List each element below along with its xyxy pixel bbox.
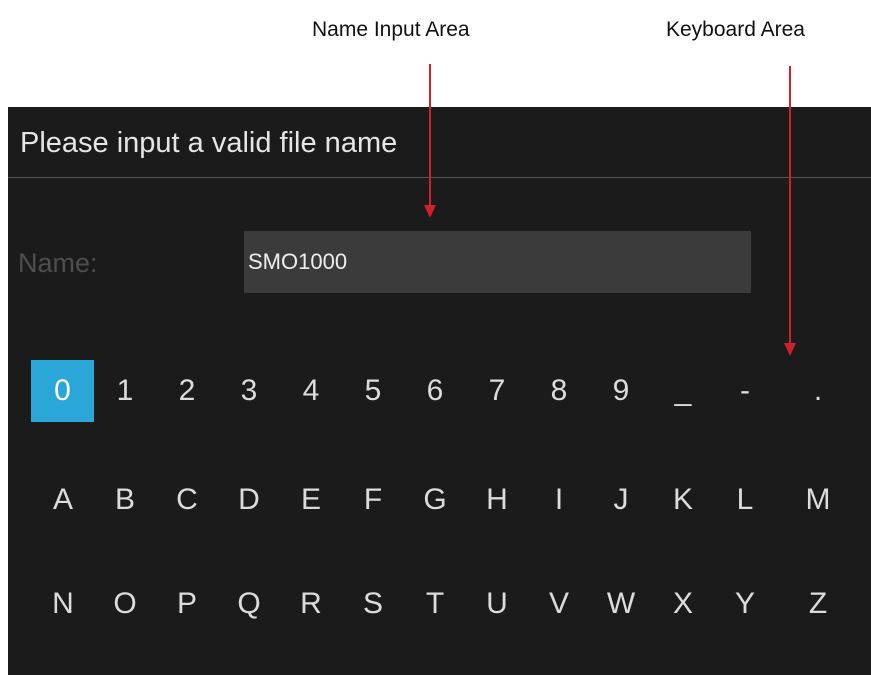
key-9[interactable]: 9 (589, 360, 653, 422)
key-6[interactable]: 6 (403, 360, 467, 422)
key-v[interactable]: V (527, 573, 591, 635)
key-k[interactable]: K (651, 469, 715, 531)
key-g[interactable]: G (403, 469, 467, 531)
key-c[interactable]: C (155, 469, 219, 531)
key-m[interactable]: M (786, 469, 850, 531)
key-y[interactable]: Y (713, 573, 777, 635)
key-i[interactable]: I (527, 469, 591, 531)
key-j[interactable]: J (589, 469, 653, 531)
key-underscore[interactable]: _ (651, 360, 715, 422)
key-l[interactable]: L (713, 469, 777, 531)
key-2[interactable]: 2 (155, 360, 219, 422)
key-period[interactable]: . (786, 360, 850, 422)
key-o[interactable]: O (93, 573, 157, 635)
key-0[interactable]: 0 (31, 360, 94, 422)
key-s[interactable]: S (341, 573, 405, 635)
key-3[interactable]: 3 (217, 360, 281, 422)
key-t[interactable]: T (403, 573, 467, 635)
key-7[interactable]: 7 (465, 360, 529, 422)
key-d[interactable]: D (217, 469, 281, 531)
key-5[interactable]: 5 (341, 360, 405, 422)
dialog-title-bar: Please input a valid file name (8, 107, 871, 178)
key-u[interactable]: U (465, 573, 529, 635)
key-e[interactable]: E (279, 469, 343, 531)
key-8[interactable]: 8 (527, 360, 591, 422)
key-1[interactable]: 1 (93, 360, 157, 422)
keyboard-row-digits: 0 1 2 3 4 5 6 7 8 9 _ -. (8, 352, 871, 422)
key-n[interactable]: N (31, 573, 95, 635)
name-input[interactable]: SMO1000 (244, 231, 751, 293)
name-label: Name: (18, 248, 98, 278)
keyboard-row-n-z: NOPQRSTUVWXYZ (8, 565, 871, 635)
key-w[interactable]: W (589, 573, 653, 635)
file-name-dialog: Please input a valid file name Name: SMO… (8, 107, 871, 675)
key-p[interactable]: P (155, 573, 219, 635)
key-a[interactable]: A (31, 469, 95, 531)
keyboard-row-a-m: ABCDEFGHIJKLM (8, 461, 871, 531)
key-hyphen[interactable]: - (713, 360, 777, 422)
name-input-area-callout: Name Input Area (312, 18, 470, 41)
key-q[interactable]: Q (217, 573, 281, 635)
keyboard-area-callout: Keyboard Area (666, 18, 805, 41)
key-f[interactable]: F (341, 469, 405, 531)
key-r[interactable]: R (279, 573, 343, 635)
dialog-title: Please input a valid file name (20, 127, 398, 159)
key-z[interactable]: Z (786, 573, 850, 635)
key-b[interactable]: B (93, 469, 157, 531)
key-h[interactable]: H (465, 469, 529, 531)
key-4[interactable]: 4 (279, 360, 343, 422)
key-x[interactable]: X (651, 573, 715, 635)
